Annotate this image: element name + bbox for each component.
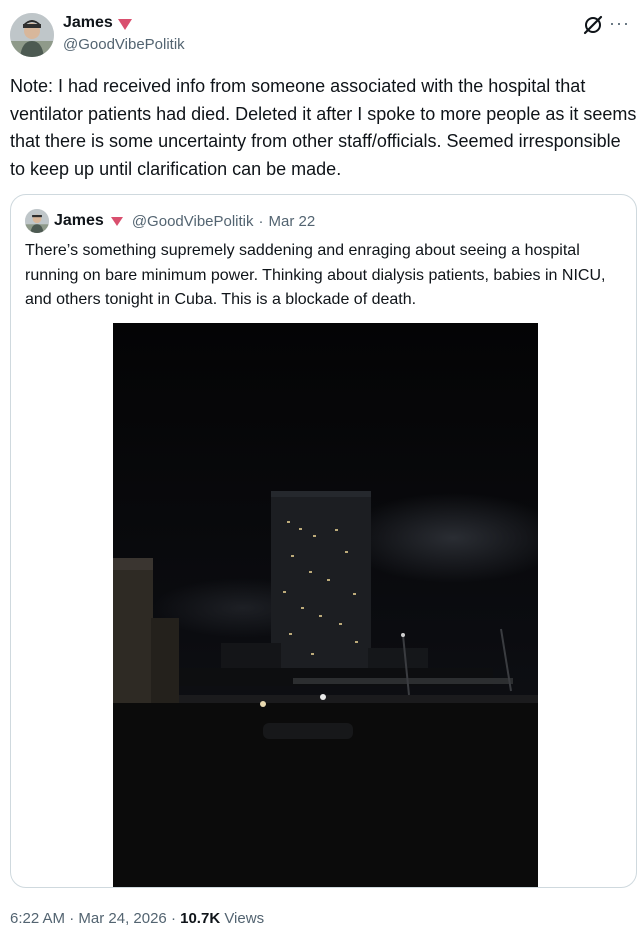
avatar[interactable] [10, 13, 54, 57]
views-label: Views [224, 910, 265, 927]
quoted-text: There’s something supremely saddening an… [25, 242, 606, 308]
author-handle[interactable]: @GoodVibePolitik [63, 36, 185, 53]
quoted-avatar[interactable] [25, 209, 49, 233]
author-name[interactable]: James [63, 14, 113, 32]
quoted-separator: · [258, 212, 264, 230]
footer-separator: · [170, 910, 176, 927]
tweet-text: Note: I had received info from someone a… [10, 76, 637, 179]
post-time[interactable]: 6:22 AM [10, 910, 65, 927]
pink-triangle-icon [110, 217, 123, 226]
quoted-author-name[interactable]: James [54, 212, 104, 230]
tweet-header: James @GoodVibePolitik ··· [10, 12, 630, 60]
grok-icon[interactable] [582, 14, 604, 36]
quoted-header: James @GoodVibePolitik · Mar 22 [25, 209, 315, 233]
more-icon[interactable]: ··· [609, 14, 630, 32]
quoted-avatar-image [25, 209, 49, 233]
footer-separator: · [69, 910, 75, 927]
quoted-author-handle[interactable]: @GoodVibePolitik [132, 213, 254, 230]
tweet-footer: 6:22 AM · Mar 24, 2026 · 10.7K Views [10, 910, 264, 927]
post-date[interactable]: Mar 24, 2026 [78, 910, 166, 927]
quoted-photo[interactable] [113, 323, 563, 887]
author-name-row[interactable]: James [63, 14, 132, 32]
night-hospital-image [113, 323, 563, 887]
quoted-tweet[interactable]: James @GoodVibePolitik · Mar 22 There’s … [10, 194, 637, 888]
quoted-date[interactable]: Mar 22 [269, 213, 316, 230]
pink-triangle-icon [117, 18, 132, 30]
avatar-image [10, 13, 54, 57]
views-count[interactable]: 10.7K [180, 910, 220, 927]
